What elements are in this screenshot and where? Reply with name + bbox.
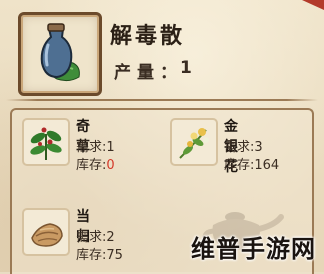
site-watermark: 维普手游网 (191, 235, 316, 263)
need-label: 需求: (76, 140, 107, 155)
ingredient-stock: 库存:164 (224, 154, 279, 173)
ingredient-need: 需求:2 (76, 226, 115, 245)
need-label: 需求: (76, 230, 107, 245)
herb-icon (22, 118, 70, 166)
stock-value: 75 (106, 248, 123, 263)
ingredient-stock: 库存:75 (76, 244, 123, 263)
ingredient-need: 需求:1 (76, 136, 115, 155)
need-value: 2 (106, 230, 115, 245)
ingredient-stock: 库存:0 (76, 154, 115, 173)
honeysuckle-icon (170, 118, 218, 166)
section-divider (6, 99, 318, 101)
stock-label: 库存: (76, 158, 107, 173)
stock-label: 库存: (76, 248, 107, 263)
need-label: 需求: (224, 140, 255, 155)
need-value: 3 (254, 140, 263, 155)
stock-label: 库存: (224, 158, 255, 173)
ingredient-need: 需求:3 (224, 136, 263, 155)
item-name: 解毒散 (110, 24, 186, 49)
yield-value: 1 (180, 58, 192, 78)
stock-value: 164 (254, 158, 280, 173)
crafted-item-slot[interactable] (18, 12, 102, 96)
need-value: 1 (106, 140, 115, 155)
yield-label: 产量： (114, 63, 183, 83)
angelica-root-icon (22, 208, 70, 256)
potion-bottle-icon (40, 23, 80, 82)
stock-value: 0 (106, 158, 115, 173)
